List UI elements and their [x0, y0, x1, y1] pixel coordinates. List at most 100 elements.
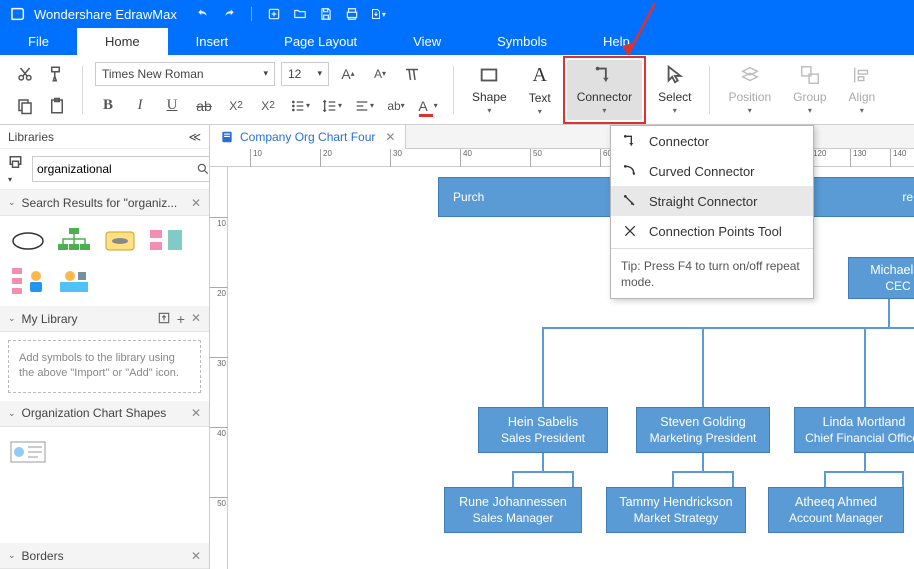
import-icon[interactable] [157, 311, 171, 327]
connector-button[interactable]: Connector▾ [567, 60, 642, 120]
add-icon[interactable]: + [177, 311, 185, 327]
tab-insert[interactable]: Insert [168, 28, 257, 55]
bold-icon[interactable]: B [95, 93, 121, 119]
my-library-label: My Library [22, 312, 78, 326]
export-icon[interactable]: ▾ [370, 6, 386, 22]
org-box-row3-0[interactable]: Rune Johannessen Sales Manager [444, 487, 582, 533]
ruler-tick: 10 [210, 217, 228, 228]
shape-button[interactable]: Shape▾ [462, 60, 517, 120]
highlight-icon[interactable]: ab▾ [383, 93, 409, 119]
shape-org-tree[interactable] [54, 224, 94, 258]
text-button[interactable]: A Text▾ [519, 60, 561, 120]
tab-view[interactable]: View [385, 28, 469, 55]
position-button[interactable]: Position▾ [718, 60, 781, 120]
close-icon[interactable]: ✕ [191, 406, 201, 420]
ribbon-separator [82, 66, 83, 114]
dropdown-item-curved[interactable]: Curved Connector [611, 156, 813, 186]
org-connector-line [864, 453, 866, 473]
org-role: CEC [885, 279, 910, 293]
paste-icon[interactable] [44, 93, 70, 119]
collapse-panel-icon[interactable]: ≪ [188, 130, 201, 144]
org-shapes-section[interactable]: ⌄ Organization Chart Shapes ✕ [0, 401, 209, 427]
qat-separator [251, 7, 252, 21]
org-shapes-list [0, 427, 209, 477]
libraries-title: Libraries [8, 130, 54, 144]
strikethrough-icon[interactable]: ab [191, 93, 217, 119]
library-filter-icon[interactable]: ▾ [8, 153, 26, 185]
group-button[interactable]: Group▾ [783, 60, 836, 120]
increase-font-icon[interactable]: A▴ [335, 61, 361, 87]
document-tab-label: Company Org Chart Four [240, 130, 375, 144]
ruler-tick: 140 [890, 149, 906, 167]
line-spacing-icon[interactable]: ▾ [319, 93, 345, 119]
copy-icon[interactable] [12, 93, 38, 119]
shape-boxes-pink[interactable] [146, 224, 186, 258]
tab-help[interactable]: Help [575, 28, 658, 55]
search-input[interactable] [33, 157, 196, 181]
shape-person-chart[interactable] [8, 264, 48, 298]
chevron-down-icon: ⌄ [8, 197, 16, 208]
save-file-icon[interactable] [318, 6, 334, 22]
org-name: Rune Johannessen [459, 495, 567, 509]
align-text-icon[interactable]: ▾ [351, 93, 377, 119]
org-shapes-label: Organization Chart Shapes [22, 406, 167, 420]
align-button[interactable]: Align▾ [839, 60, 886, 120]
shape-desk-person[interactable] [54, 264, 94, 298]
open-file-icon[interactable] [292, 6, 308, 22]
org-connector-line [672, 471, 732, 473]
org-box-row2-2[interactable]: Linda Mortland Chief Financial Officer [794, 407, 914, 453]
org-box-row3-1[interactable]: Tammy Hendrickson Market Strategy [606, 487, 746, 533]
tab-file[interactable]: File [0, 28, 77, 55]
org-connector-line [702, 327, 704, 407]
close-icon[interactable]: ✕ [191, 549, 201, 563]
tab-page-layout[interactable]: Page Layout [256, 28, 385, 55]
font-color-icon[interactable]: A▾ [415, 93, 441, 119]
connector-highlight-box: Connector▾ [563, 56, 646, 124]
font-name-select[interactable]: Times New Roman▾ [95, 62, 275, 86]
italic-icon[interactable]: I [127, 93, 153, 119]
subscript-icon[interactable]: X2 [255, 93, 281, 119]
bullet-list-icon[interactable]: ▾ [287, 93, 313, 119]
decrease-font-icon[interactable]: A▾ [367, 61, 393, 87]
print-icon[interactable] [344, 6, 360, 22]
shape-ellipse[interactable] [8, 224, 48, 258]
borders-section[interactable]: ⌄ Borders ✕ [0, 543, 209, 569]
close-tab-icon[interactable]: ✕ [385, 130, 395, 144]
org-box-row3-2[interactable]: Atheeq Ahmed Account Manager [768, 487, 904, 533]
format-painter-icon[interactable] [44, 61, 70, 87]
connection-points-icon [621, 222, 639, 240]
org-ceo-box[interactable]: Michael D CEC [848, 257, 914, 299]
tab-symbols[interactable]: Symbols [469, 28, 575, 55]
close-icon[interactable]: ✕ [191, 196, 201, 210]
redo-icon[interactable] [221, 6, 237, 22]
dropdown-item-connector[interactable]: Connector [611, 126, 813, 156]
org-header-left: Purch [453, 190, 484, 204]
tab-home[interactable]: Home [77, 28, 168, 55]
underline-icon[interactable]: U [159, 93, 185, 119]
title-bar: Wondershare EdrawMax ▾ [0, 0, 914, 28]
close-icon[interactable]: ✕ [191, 311, 201, 327]
document-tab[interactable]: Company Org Chart Four ✕ [210, 125, 406, 149]
dropdown-item-points[interactable]: Connection Points Tool [611, 216, 813, 246]
org-connector-line [672, 471, 674, 487]
dropdown-item-straight[interactable]: Straight Connector [611, 186, 813, 216]
shape-scanner[interactable] [100, 224, 140, 258]
connector-curved-icon [621, 162, 639, 180]
undo-icon[interactable] [195, 6, 211, 22]
select-button[interactable]: Select▾ [648, 60, 701, 120]
ruler-tick: 20 [320, 149, 332, 167]
font-size-select[interactable]: 12▾ [281, 62, 329, 86]
superscript-icon[interactable]: X2 [223, 93, 249, 119]
clear-format-icon[interactable] [399, 61, 425, 87]
borders-label: Borders [22, 549, 64, 563]
org-box-row2-0[interactable]: Hein Sabelis Sales President [478, 407, 608, 453]
shape-card[interactable] [8, 435, 48, 469]
org-box-row2-1[interactable]: Steven Golding Marketing President [636, 407, 770, 453]
my-library-section[interactable]: ⌄ My Library + ✕ [0, 306, 209, 332]
dropdown-label: Curved Connector [649, 164, 755, 179]
ruler-tick: 40 [460, 149, 472, 167]
org-connector-line [512, 471, 572, 473]
cut-icon[interactable] [12, 61, 38, 87]
search-results-section[interactable]: ⌄ Search Results for "organiz... ✕ [0, 190, 209, 216]
new-file-icon[interactable] [266, 6, 282, 22]
